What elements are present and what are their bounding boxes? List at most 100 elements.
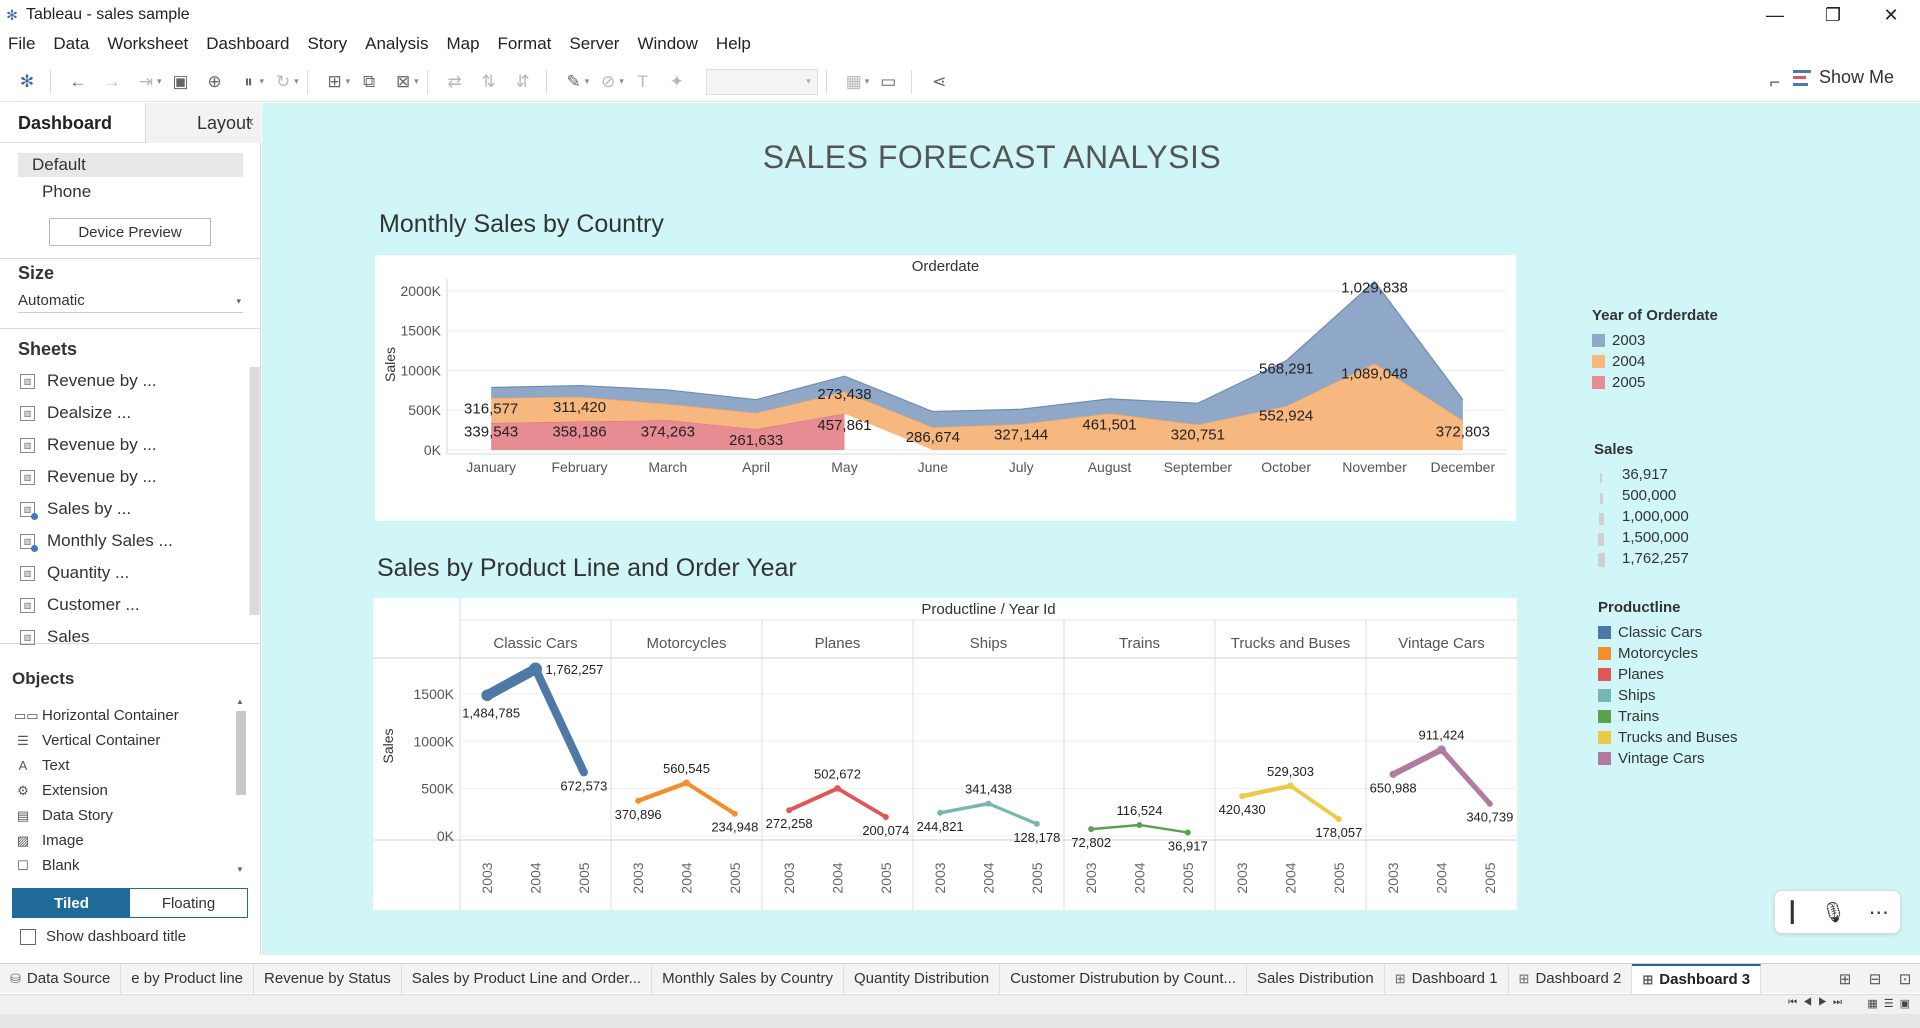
show-dashboard-title-option[interactable]: Show dashboard title	[20, 928, 186, 945]
objects-scrollbar[interactable]: ▲ ▼	[233, 697, 249, 877]
legend-item[interactable]: Motorcycles	[1598, 643, 1738, 664]
sheet-tab[interactable]: Sales by Product Line and Order...	[402, 963, 653, 994]
year-legend[interactable]: Year of Orderdate 2003 2004 2005	[1592, 307, 1718, 393]
line-segment[interactable]	[1390, 746, 1445, 778]
data-point[interactable]	[1184, 829, 1191, 836]
share-icon[interactable]: ⋖	[924, 67, 954, 97]
sheet-tab[interactable]: Sales Distribution	[1247, 963, 1385, 994]
line-segment[interactable]	[986, 802, 1039, 826]
device-phone[interactable]: Phone	[42, 182, 91, 202]
menu-data[interactable]: Data	[53, 34, 89, 54]
menu-server[interactable]: Server	[569, 34, 619, 54]
menu-window[interactable]: Window	[637, 34, 697, 54]
data-point[interactable]	[1437, 745, 1446, 754]
sheet-item[interactable]: ▥ Monthly Sales ...	[0, 525, 248, 557]
line-segment[interactable]	[531, 664, 588, 777]
new-worksheet-tab-icon[interactable]: ⊞	[1830, 970, 1860, 988]
tiled-button[interactable]: Tiled	[13, 889, 130, 917]
sheet-tab[interactable]: ⛁ Data Source	[0, 963, 122, 994]
data-point[interactable]	[580, 768, 588, 776]
chart-caret-icon[interactable]: ▾	[865, 76, 870, 87]
scrollbar-thumb[interactable]	[250, 367, 259, 615]
data-point[interactable]	[985, 800, 992, 807]
redo-icon[interactable]: →	[97, 67, 127, 97]
pin-icon[interactable]: ✦	[662, 67, 692, 97]
new-dashboard-tab-icon[interactable]: ⊟	[1860, 970, 1890, 988]
menu-format[interactable]: Format	[498, 34, 552, 54]
productline-legend[interactable]: Productline Classic Cars Motorcycles Plane…	[1598, 599, 1738, 769]
microphone-icon[interactable]: 🎙	[1821, 900, 1846, 925]
data-point[interactable]	[1136, 821, 1143, 828]
data-point[interactable]	[635, 797, 642, 804]
menu-map[interactable]: Map	[446, 34, 479, 54]
scroll-up-icon[interactable]: ▲	[236, 697, 244, 706]
line-segment[interactable]	[938, 801, 991, 815]
sheet-item[interactable]: ▥ Sales by ...	[0, 493, 248, 525]
close-icon[interactable]: ✕	[1862, 0, 1920, 30]
duplicate-icon[interactable]: ⧉	[354, 67, 384, 97]
paint-icon[interactable]: ⌐	[1769, 72, 1780, 93]
data-point[interactable]	[786, 807, 793, 814]
line-segment[interactable]	[1239, 783, 1293, 799]
save-icon[interactable]: ▣	[166, 67, 196, 97]
data-point[interactable]	[1088, 826, 1095, 833]
legend-item[interactable]: 36,917	[1594, 464, 1689, 485]
swap-icon[interactable]: ⇄	[440, 67, 470, 97]
legend-item[interactable]: Trains	[1598, 706, 1738, 727]
sheet-item[interactable]: ▥ Revenue by ...	[0, 429, 248, 461]
data-point[interactable]	[1486, 800, 1493, 807]
data-point[interactable]	[481, 689, 493, 702]
data-point[interactable]	[1389, 770, 1397, 778]
legend-item[interactable]: 2005	[1592, 372, 1718, 393]
view-toggle-icons[interactable]: ▦☰▣	[1867, 997, 1916, 1010]
object-item[interactable]: A Text	[0, 753, 240, 778]
sales-size-legend[interactable]: Sales 36,917 500,000 1,000,000 1,500,000 1,7…	[1594, 441, 1689, 569]
line-segment[interactable]	[1438, 747, 1493, 807]
highlight-caret-icon[interactable]: ▾	[585, 76, 590, 87]
object-item[interactable]: ▭▭ Horizontal Container	[0, 703, 240, 728]
tableau-logo-icon[interactable]: ✻	[12, 67, 42, 97]
sheet-tab[interactable]: ⊞ Dashboard 2	[1509, 963, 1633, 994]
more-icon[interactable]: ⋯	[1869, 900, 1889, 925]
menu-analysis[interactable]: Analysis	[365, 34, 428, 54]
legend-item[interactable]: Ships	[1598, 685, 1738, 706]
sheet-tab[interactable]: e by Product line	[121, 963, 255, 994]
undo-icon[interactable]: ←	[63, 67, 93, 97]
object-item[interactable]: ⚙ Extension	[0, 778, 240, 803]
sheet-item[interactable]: ▥ Revenue by ...	[0, 365, 248, 397]
sort-desc-icon[interactable]: ⇵	[508, 67, 538, 97]
data-point[interactable]	[1239, 793, 1246, 800]
line-segment[interactable]	[1288, 783, 1341, 822]
sheet-item[interactable]: ▥ Dealsize ...	[0, 397, 248, 429]
new-story-tab-icon[interactable]: ⊡	[1890, 970, 1920, 988]
data-point[interactable]	[937, 809, 944, 816]
presentation-icon[interactable]: ▭	[873, 67, 903, 97]
menu-help[interactable]: Help	[716, 34, 751, 54]
sheet-tab[interactable]: Quantity Distribution	[844, 963, 1001, 994]
legend-item[interactable]: Trucks and Buses	[1598, 727, 1738, 748]
sheet-tab[interactable]: Monthly Sales by Country	[652, 963, 845, 994]
pause-caret-icon[interactable]: ▾	[260, 76, 265, 87]
monthly-sales-chart[interactable]: Orderdate 0K 500K 1000K 1500K 2000K Sales Janu…	[375, 255, 1516, 521]
sheet-tab[interactable]: Customer Distrubution by Count...	[1000, 963, 1248, 994]
menu-dashboard[interactable]: Dashboard	[206, 34, 289, 54]
replay-caret-icon[interactable]: ▾	[157, 76, 162, 87]
legend-item[interactable]: 500,000	[1594, 485, 1689, 506]
data-point[interactable]	[529, 662, 542, 676]
legend-item[interactable]: Vintage Cars	[1598, 748, 1738, 769]
line-segment[interactable]	[1089, 823, 1141, 831]
legend-item[interactable]: Classic Cars	[1598, 622, 1738, 643]
line-segment[interactable]	[635, 780, 689, 804]
restore-icon[interactable]: ❐	[1804, 0, 1862, 30]
show-me-button[interactable]: Show Me	[1792, 67, 1894, 88]
new-worksheet-caret-icon[interactable]: ▾	[346, 76, 351, 87]
sheet-navigation-icons[interactable]: ⏮◀▶⏭	[1788, 997, 1848, 1008]
data-point[interactable]	[731, 810, 738, 817]
data-point[interactable]	[1033, 820, 1040, 827]
line-segment[interactable]	[1138, 823, 1190, 834]
scroll-down-icon[interactable]: ▼	[236, 865, 244, 874]
area-chart-svg[interactable]: 0K 500K 1000K 1500K 2000K Sales January Februar…	[375, 255, 1516, 521]
line-segment[interactable]	[787, 786, 840, 813]
show-title-checkbox[interactable]	[20, 928, 36, 945]
sheet-item[interactable]: ▥ Revenue by ...	[0, 461, 248, 493]
